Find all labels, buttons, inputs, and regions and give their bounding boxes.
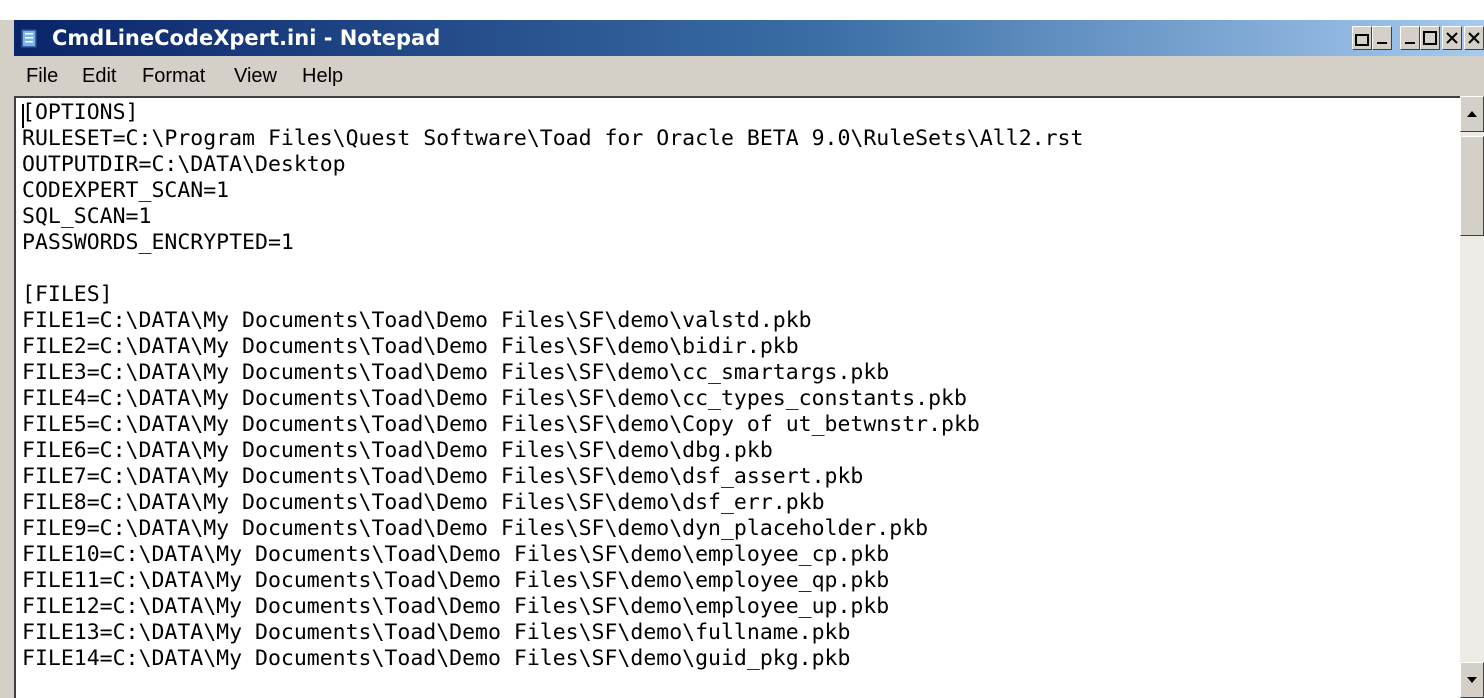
menu-file[interactable]: File	[26, 56, 58, 96]
text-line: FILE7=C:\DATA\My Documents\Toad\Demo Fil…	[22, 464, 864, 489]
text-line: FILE3=C:\DATA\My Documents\Toad\Demo Fil…	[22, 360, 890, 385]
notepad-icon	[21, 29, 37, 48]
min-button-2[interactable]	[1400, 26, 1420, 50]
text-line: RULESET=C:\Program Files\Quest Software\…	[22, 126, 1084, 151]
text-editor[interactable]: [OPTIONS] RULESET=C:\Program Files\Quest…	[14, 96, 1460, 698]
text-line: CODEXPERT_SCAN=1	[22, 178, 230, 203]
scroll-up-button[interactable]	[1460, 96, 1484, 132]
text-line: [FILES]	[22, 282, 113, 307]
text-line: [OPTIONS]	[22, 100, 139, 125]
text-line: OUTPUTDIR=C:\DATA\Desktop	[22, 152, 346, 177]
menu-bar: File Edit Format View Help	[14, 56, 1484, 96]
scroll-down-button[interactable]	[1460, 662, 1484, 698]
close-icon	[1446, 32, 1458, 44]
minimize-icon	[1405, 42, 1415, 44]
close-icon	[1468, 32, 1480, 44]
desktop-strip	[0, 0, 1484, 20]
scroll-up-arrow-icon	[1467, 111, 1477, 117]
restore-button[interactable]	[1352, 26, 1372, 50]
text-line: FILE14=C:\DATA\My Documents\Toad\Demo Fi…	[22, 646, 851, 671]
text-line: FILE9=C:\DATA\My Documents\Toad\Demo Fil…	[22, 516, 929, 541]
text-line: FILE11=C:\DATA\My Documents\Toad\Demo Fi…	[22, 568, 890, 593]
text-line: FILE1=C:\DATA\My Documents\Toad\Demo Fil…	[22, 308, 812, 333]
notepad-window: CmdLineCodeXpert.ini - Notepad File Edit…	[0, 0, 1484, 698]
text-line: FILE5=C:\DATA\My Documents\Toad\Demo Fil…	[22, 412, 980, 437]
scroll-down-arrow-icon	[1467, 677, 1477, 683]
vertical-scrollbar[interactable]	[1460, 96, 1484, 698]
text-line: FILE13=C:\DATA\My Documents\Toad\Demo Fi…	[22, 620, 851, 645]
text-line: SQL_SCAN=1	[22, 204, 152, 229]
maximize-button[interactable]	[1420, 26, 1440, 50]
extra-button[interactable]	[1464, 26, 1484, 50]
restore-icon	[1355, 34, 1369, 46]
menu-help[interactable]: Help	[302, 56, 343, 96]
scroll-thumb[interactable]	[1460, 136, 1484, 236]
menu-format[interactable]: Format	[142, 56, 205, 96]
text-line: FILE8=C:\DATA\My Documents\Toad\Demo Fil…	[22, 490, 825, 515]
minimize-icon	[1377, 42, 1387, 44]
text-line: FILE10=C:\DATA\My Documents\Toad\Demo Fi…	[22, 542, 890, 567]
minimize-button[interactable]	[1372, 26, 1392, 50]
menu-view[interactable]: View	[234, 56, 277, 96]
text-line: FILE6=C:\DATA\My Documents\Toad\Demo Fil…	[22, 438, 773, 463]
text-line	[22, 256, 1083, 282]
close-button[interactable]	[1442, 26, 1462, 50]
maximize-icon	[1423, 31, 1437, 45]
text-line: FILE12=C:\DATA\My Documents\Toad\Demo Fi…	[22, 594, 890, 619]
text-line: PASSWORDS_ENCRYPTED=1	[22, 230, 294, 255]
document-text: [OPTIONS] RULESET=C:\Program Files\Quest…	[22, 100, 1083, 672]
text-line: FILE4=C:\DATA\My Documents\Toad\Demo Fil…	[22, 386, 967, 411]
text-line: FILE2=C:\DATA\My Documents\Toad\Demo Fil…	[22, 334, 799, 359]
window-title: CmdLineCodeXpert.ini - Notepad	[52, 26, 441, 50]
title-bar[interactable]: CmdLineCodeXpert.ini - Notepad	[14, 20, 1484, 56]
menu-edit[interactable]: Edit	[82, 56, 116, 96]
